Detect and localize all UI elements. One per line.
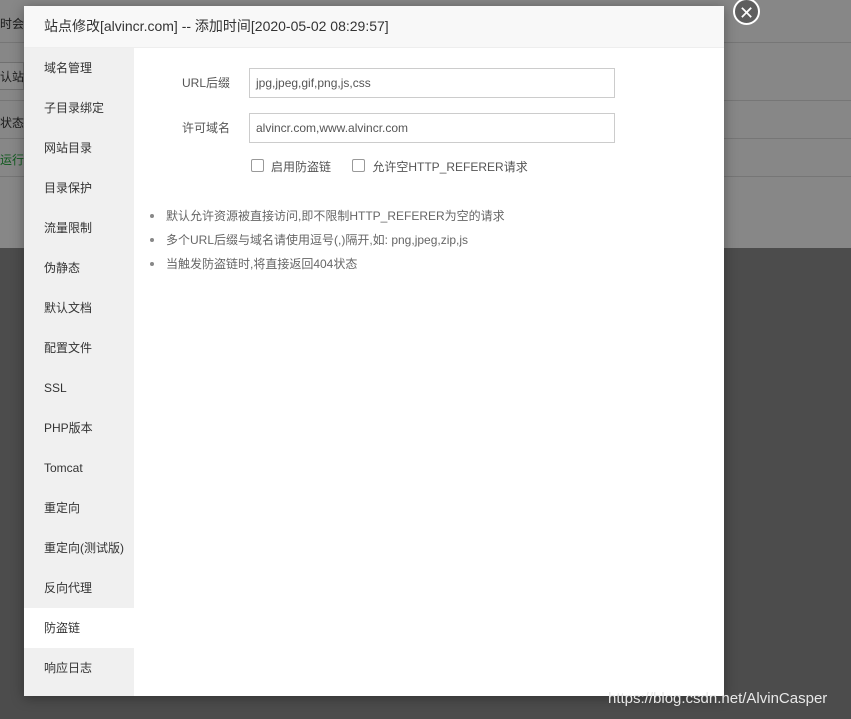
dialog-title: 站点修改[alvincr.com] -- 添加时间[2020-05-02 08:… bbox=[24, 6, 724, 48]
allow-empty-referer-option[interactable]: 允许空HTTP_REFERER请求 bbox=[352, 158, 528, 175]
allow-empty-referer-label: 允许空HTTP_REFERER请求 bbox=[372, 160, 528, 174]
sidebar-item-traffic-limit[interactable]: 流量限制 bbox=[24, 208, 134, 248]
sidebar-item-hotlink-protection[interactable]: 防盗链 bbox=[24, 608, 134, 648]
sidebar-item-tomcat[interactable]: Tomcat bbox=[24, 448, 134, 488]
help-tips: 默认允许资源被直接访问,即不限制HTTP_REFERER为空的请求 多个URL后… bbox=[148, 204, 505, 276]
enable-hotlink-label: 启用防盗链 bbox=[271, 160, 332, 174]
sidebar-item-ssl[interactable]: SSL bbox=[24, 368, 134, 408]
tip-text: 当触发防盗链时,将直接返回404状态 bbox=[166, 257, 358, 271]
tip-text: 默认允许资源被直接访问,即不限制HTTP_REFERER为空的请求 bbox=[166, 209, 505, 223]
sidebar-item-redirect-beta[interactable]: 重定向(测试版) bbox=[24, 528, 134, 568]
url-suffix-input[interactable]: jpg,jpeg,gif,png,js,css bbox=[249, 68, 615, 98]
tip-item: 默认允许资源被直接访问,即不限制HTTP_REFERER为空的请求 bbox=[148, 204, 505, 228]
enable-hotlink-checkbox[interactable] bbox=[251, 159, 264, 172]
domain-input[interactable]: alvincr.com,www.alvincr.com bbox=[249, 113, 615, 143]
tip-item: 多个URL后缀与域名请使用逗号(,)隔开,如: png,jpeg,zip,js bbox=[148, 228, 505, 252]
sidebar-item-dir-protection[interactable]: 目录保护 bbox=[24, 168, 134, 208]
bullet-icon bbox=[150, 262, 154, 266]
tip-text: 多个URL后缀与域名请使用逗号(,)隔开,如: png,jpeg,zip,js bbox=[166, 233, 469, 247]
sidebar-item-config-file[interactable]: 配置文件 bbox=[24, 328, 134, 368]
options-row: 启用防盗链 允许空HTTP_REFERER请求 bbox=[251, 158, 528, 175]
watermark: https://blog.csdn.net/AlvinCasper bbox=[608, 690, 828, 707]
sidebar-item-response-log[interactable]: 响应日志 bbox=[24, 648, 134, 688]
url-suffix-label: URL后缀 bbox=[181, 76, 230, 90]
sidebar-item-php-version[interactable]: PHP版本 bbox=[24, 408, 134, 448]
site-edit-dialog: 站点修改[alvincr.com] -- 添加时间[2020-05-02 08:… bbox=[24, 0, 760, 696]
domain-row: 许可域名 alvincr.com,www.alvincr.com bbox=[134, 113, 724, 143]
domain-label: 许可域名 bbox=[181, 121, 230, 135]
enable-hotlink-option[interactable]: 启用防盗链 bbox=[251, 158, 331, 175]
dialog-sidebar: 域名管理 子目录绑定 网站目录 目录保护 流量限制 伪静态 默认文档 配置文件 … bbox=[24, 48, 134, 696]
sidebar-item-rewrite[interactable]: 伪静态 bbox=[24, 248, 134, 288]
hotlink-panel: URL后缀 jpg,jpeg,gif,png,js,css 许可域名 alvin… bbox=[134, 48, 724, 696]
bullet-icon bbox=[150, 214, 154, 218]
tip-item: 当触发防盗链时,将直接返回404状态 bbox=[148, 252, 505, 276]
bullet-icon bbox=[150, 238, 154, 242]
allow-empty-referer-checkbox[interactable] bbox=[352, 159, 366, 172]
sidebar-item-redirect[interactable]: 重定向 bbox=[24, 488, 134, 528]
sidebar-item-reverse-proxy[interactable]: 反向代理 bbox=[24, 568, 134, 608]
url-suffix-row: URL后缀 jpg,jpeg,gif,png,js,css bbox=[134, 68, 724, 98]
close-icon: ✕ bbox=[738, 3, 755, 23]
sidebar-item-default-doc[interactable]: 默认文档 bbox=[24, 288, 134, 328]
